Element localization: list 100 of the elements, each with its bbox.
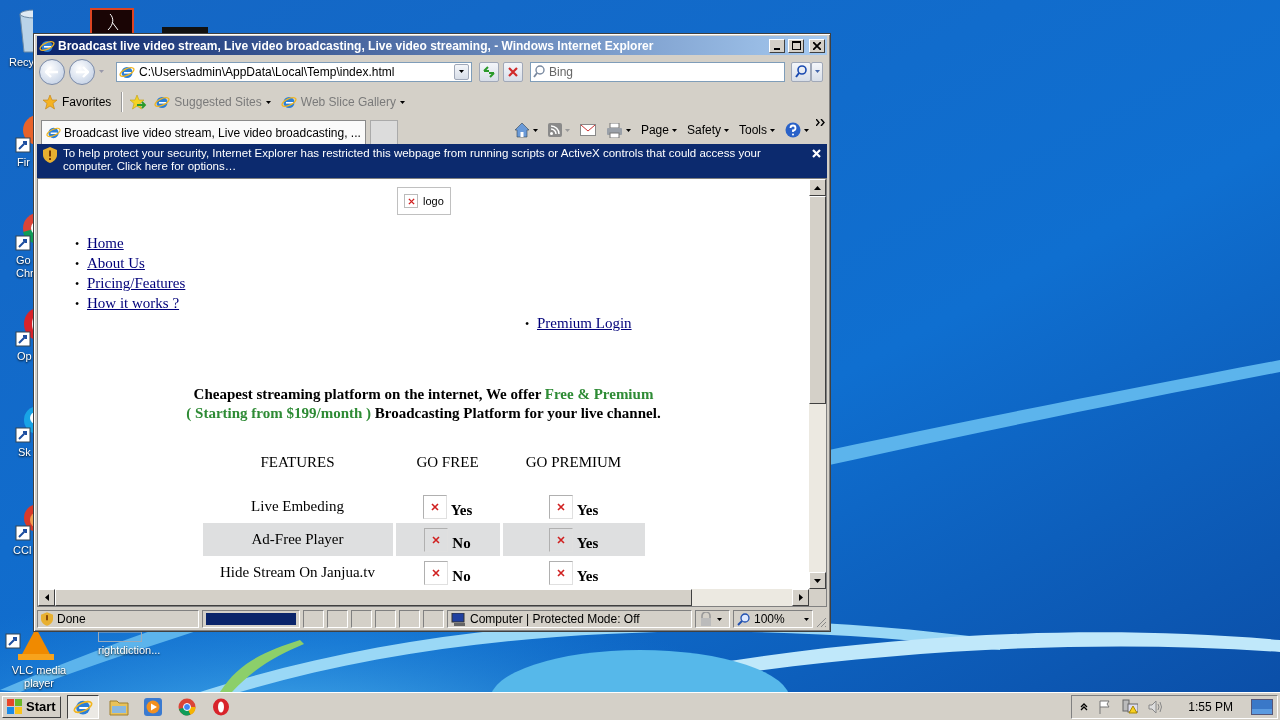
address-field[interactable]: C:\Users\admin\AppData\Local\Temp\index.html bbox=[139, 64, 450, 79]
status-pane bbox=[351, 610, 372, 628]
menu-button[interactable]: Safety bbox=[683, 120, 732, 140]
nav-link[interactable]: Home bbox=[87, 234, 124, 253]
scroll-up-button[interactable] bbox=[809, 179, 826, 196]
scroll-right-button[interactable] bbox=[792, 589, 809, 606]
maximize-button[interactable] bbox=[788, 38, 804, 53]
browser-tab[interactable]: Broadcast live video stream, Live video broadcasting, ... bbox=[41, 120, 366, 144]
chevron-up-icon[interactable] bbox=[1080, 702, 1089, 711]
resize-grip-icon[interactable] bbox=[816, 617, 827, 628]
traffic-cone-icon[interactable] bbox=[4, 632, 54, 662]
star-icon bbox=[42, 94, 58, 110]
caret-icon bbox=[804, 617, 809, 621]
search-field[interactable]: Bing bbox=[549, 64, 782, 79]
caret-icon bbox=[671, 128, 677, 132]
login-link[interactable]: Premium Login bbox=[537, 314, 632, 333]
minimize-icon bbox=[774, 47, 780, 50]
broken-image-icon bbox=[430, 502, 439, 511]
nav-link[interactable]: Pricing/Features bbox=[87, 274, 186, 293]
status-text: Done bbox=[57, 612, 86, 626]
vertical-scrollbar[interactable] bbox=[809, 179, 826, 589]
info-bar-message: To help protect your security, Internet Explorer has restricted this webpage from running scripts or ActiveX controls that could access your computer. Click here for options… bbox=[63, 147, 762, 173]
protected-mode-button[interactable] bbox=[695, 610, 730, 628]
media-player-icon bbox=[142, 696, 163, 717]
scroll-down-button[interactable] bbox=[809, 572, 826, 589]
nav-link[interactable]: About Us bbox=[87, 254, 145, 273]
close-button[interactable] bbox=[809, 38, 825, 53]
caret-icon bbox=[814, 70, 820, 73]
table-cell: Ad-Free Player bbox=[202, 523, 393, 556]
forward-button[interactable] bbox=[69, 58, 95, 85]
opera-icon bbox=[211, 697, 230, 716]
zoom-button[interactable]: 100% bbox=[733, 610, 813, 628]
folder-icon bbox=[108, 697, 129, 716]
caret-icon bbox=[724, 128, 729, 132]
show-desktop-icon[interactable] bbox=[1251, 698, 1273, 715]
refresh-button[interactable] bbox=[479, 61, 499, 82]
network-icon[interactable] bbox=[1122, 699, 1139, 714]
list-bullet: • bbox=[75, 276, 81, 293]
search-button[interactable] bbox=[791, 61, 811, 82]
clock[interactable]: 1:55 PM bbox=[1188, 699, 1233, 714]
flag-icon[interactable] bbox=[1098, 699, 1113, 714]
zoom-icon bbox=[737, 612, 750, 626]
caret-icon bbox=[625, 128, 631, 132]
chevron-icon[interactable] bbox=[816, 119, 825, 126]
caret-icon bbox=[265, 100, 271, 104]
chrome-icon bbox=[177, 697, 196, 716]
scroll-thumb[interactable] bbox=[55, 589, 692, 606]
icon-label: VLC media player bbox=[10, 664, 68, 690]
caret-icon bbox=[99, 70, 104, 73]
windows-logo-icon bbox=[7, 699, 23, 714]
mail-icon bbox=[579, 124, 596, 136]
icon-label: Recy bbox=[9, 56, 35, 69]
search-box[interactable]: Bing bbox=[530, 61, 785, 82]
column-header: FEATURES bbox=[259, 454, 336, 472]
feeds-icon bbox=[547, 123, 562, 137]
status-pane bbox=[399, 610, 420, 628]
caret-icon bbox=[770, 128, 775, 132]
broken-image-icon bbox=[432, 535, 441, 544]
app-icon[interactable] bbox=[90, 8, 134, 34]
address-bar[interactable]: C:\Users\admin\AppData\Local\Temp\index.html bbox=[116, 61, 472, 82]
dropdown-button[interactable] bbox=[454, 63, 469, 80]
nav-link[interactable]: How it works ? bbox=[87, 294, 180, 313]
stop-button[interactable] bbox=[503, 61, 523, 82]
info-bar[interactable]: To help protect your security, Internet Explorer has restricted this webpage from running scripts or ActiveX controls that could access your computer. Click here for options… bbox=[37, 144, 827, 178]
answer-text: Yes bbox=[450, 501, 473, 518]
caret-icon bbox=[564, 128, 570, 132]
caret-icon bbox=[717, 617, 722, 621]
answer-text: No bbox=[452, 534, 471, 551]
status-pane bbox=[327, 610, 348, 628]
answer-text: Yes bbox=[576, 501, 599, 518]
arrow-right-icon bbox=[75, 65, 89, 78]
shield-icon bbox=[41, 612, 53, 626]
list-bullet: • bbox=[525, 316, 531, 333]
headline: Cheapest streaming platform on the internet, We offer Free & Premium ( Starting from $199/month ) Broadcasting Platform for your live channel. bbox=[185, 385, 662, 423]
scroll-thumb[interactable] bbox=[809, 196, 826, 404]
caret-icon bbox=[804, 128, 809, 132]
scroll-left-button[interactable] bbox=[38, 589, 55, 606]
list-bullet: • bbox=[75, 236, 81, 253]
shield-icon bbox=[43, 147, 57, 163]
icon-label: rightdiction... bbox=[98, 644, 161, 657]
triangle-left-icon bbox=[44, 594, 49, 601]
horizontal-scrollbar[interactable] bbox=[38, 589, 809, 606]
start-button[interactable]: Start bbox=[2, 695, 61, 718]
menu-button[interactable]: Page bbox=[637, 120, 680, 140]
triangle-right-icon bbox=[798, 594, 803, 601]
triangle-down-icon bbox=[814, 578, 821, 583]
close-icon[interactable] bbox=[812, 149, 821, 158]
search-icon bbox=[795, 65, 807, 78]
minimize-button[interactable] bbox=[769, 38, 785, 53]
taskbar-app-button[interactable] bbox=[66, 694, 99, 719]
back-button[interactable] bbox=[39, 58, 65, 85]
speaker-icon[interactable] bbox=[1148, 699, 1165, 714]
caret-icon bbox=[459, 70, 464, 73]
help-icon bbox=[785, 122, 801, 138]
list-bullet: • bbox=[75, 256, 81, 273]
list-bullet: • bbox=[75, 296, 81, 313]
menu-button[interactable]: Tools bbox=[736, 120, 778, 140]
broken-image-icon bbox=[407, 197, 415, 205]
home-icon bbox=[513, 122, 530, 138]
favorites-button[interactable]: Favorites bbox=[39, 92, 115, 112]
